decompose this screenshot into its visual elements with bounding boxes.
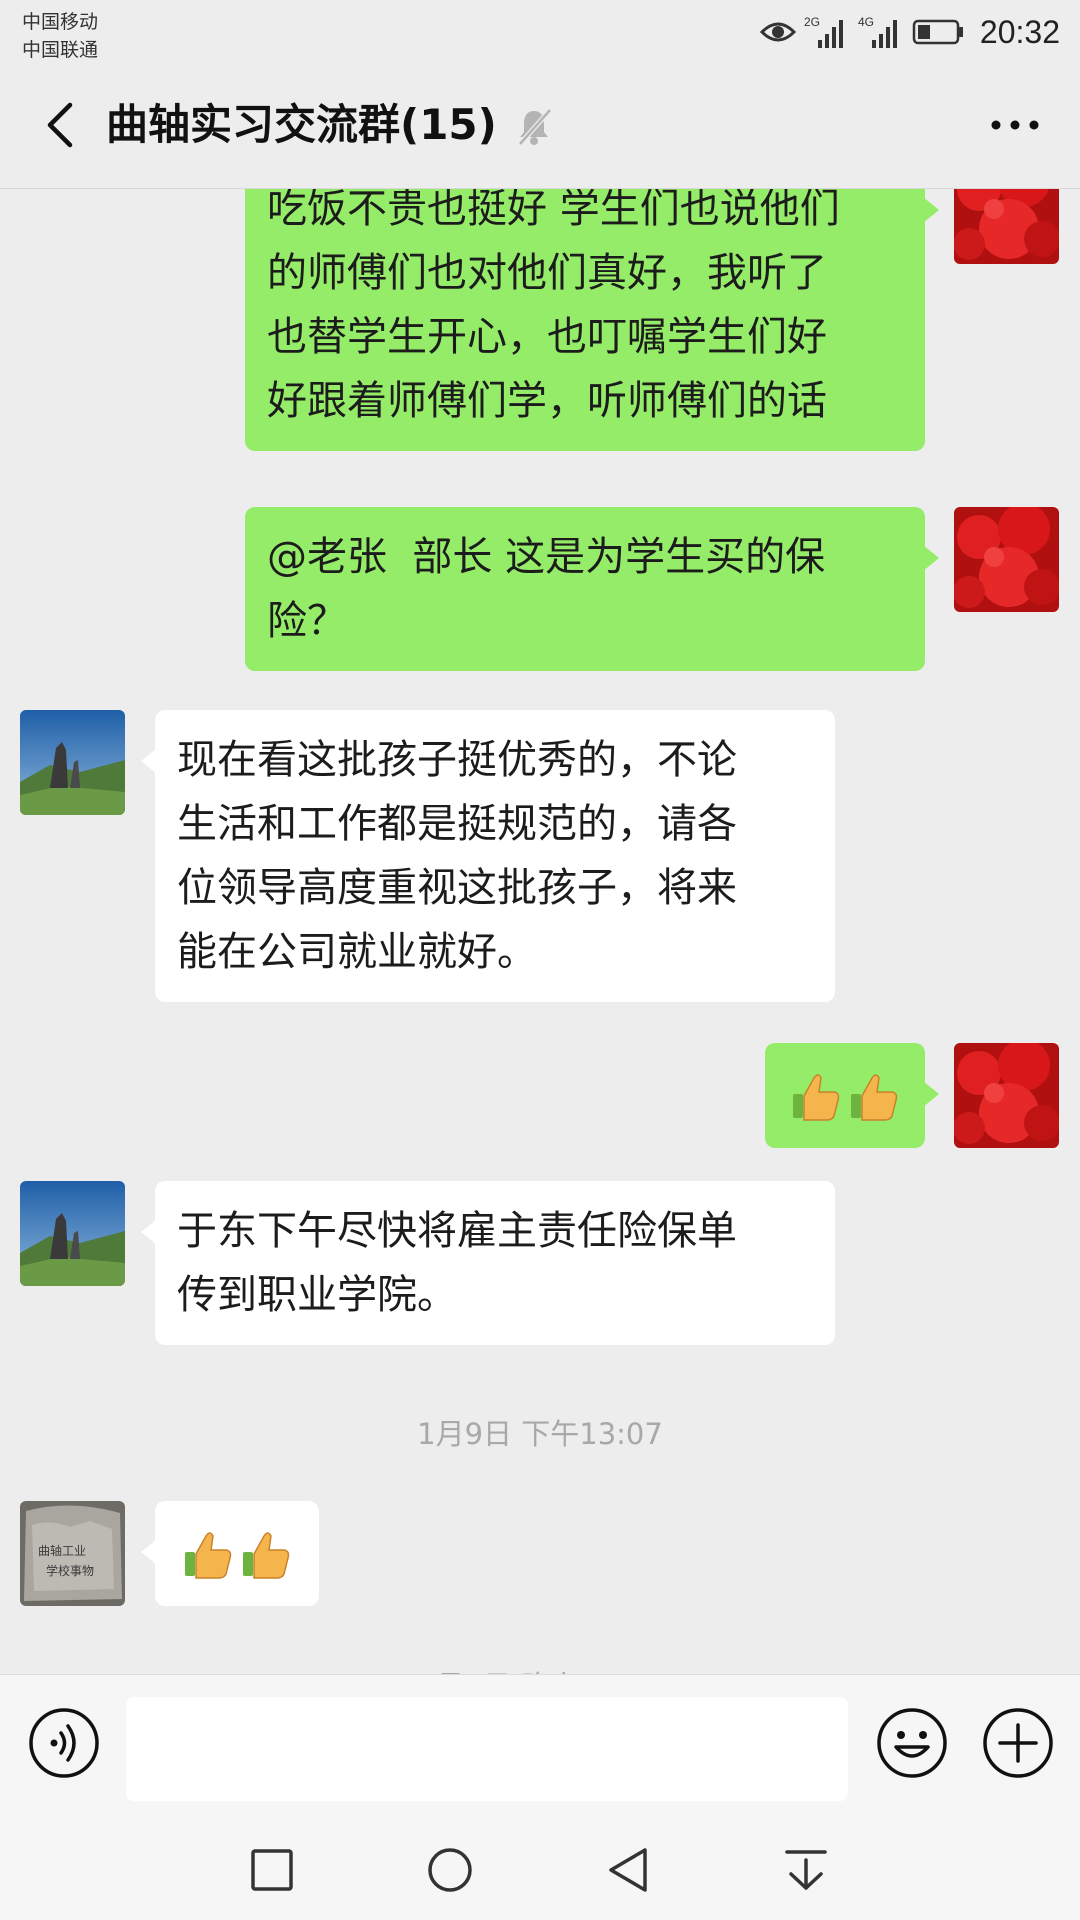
svg-text:2G: 2G xyxy=(804,15,820,29)
message-text: 吃饭不贵也挺好 学生们也说他们 的师傅们也对他们真好，我听了 也替学生开心，也叮… xyxy=(267,189,840,424)
message-text: 于东下午尽快将雇主责任险保单 传到职业学院。 xyxy=(177,1208,737,1318)
stone-tablet-avatar: 曲轴工业 学校事物 xyxy=(20,1501,125,1606)
member-avatar-landscape[interactable] xyxy=(20,1181,125,1286)
signal-2g-icon: 2G xyxy=(804,15,843,48)
message-bubble-sent-emoji[interactable] xyxy=(765,1043,939,1148)
back-arrow-icon xyxy=(47,102,73,148)
self-avatar[interactable] xyxy=(954,507,1059,612)
red-maple-avatar xyxy=(954,189,1059,264)
message-bubble-received[interactable]: 于东下午尽快将雇主责任险保单 传到职业学院。 xyxy=(141,1181,835,1345)
home-button[interactable] xyxy=(420,1840,480,1900)
carrier-2: 中国联通 xyxy=(22,39,99,61)
system-navigation-bar xyxy=(0,1804,1080,1920)
recent-apps-button[interactable] xyxy=(242,1840,302,1900)
message-bubble-received-emoji[interactable] xyxy=(141,1501,319,1606)
battery-icon xyxy=(912,19,963,45)
message-input[interactable] xyxy=(126,1697,848,1801)
chat-header: 曲轴实习交流群(15) xyxy=(0,62,1080,189)
message-timestamp: 1月9日 晚上19:21 xyxy=(0,1663,1080,1674)
self-avatar[interactable] xyxy=(954,189,1059,264)
mountain-landscape-avatar xyxy=(20,1181,125,1286)
svg-text:学校事物: 学校事物 xyxy=(46,1563,94,1578)
red-maple-avatar xyxy=(954,507,1059,612)
svg-text:曲轴工业: 曲轴工业 xyxy=(38,1543,86,1558)
thumbs-up-icon xyxy=(185,1531,232,1579)
message-timestamp: 1月9日 下午13:07 xyxy=(417,1417,663,1451)
back-triangle-icon xyxy=(609,1848,647,1892)
clock: 20:32 xyxy=(979,13,1060,50)
status-icons: 2G 4G 20:32 xyxy=(759,10,1060,54)
svg-text:4G: 4G xyxy=(858,15,874,29)
eye-icon xyxy=(759,22,796,42)
member-avatar-landscape[interactable] xyxy=(20,710,125,815)
more-icon xyxy=(991,120,1039,130)
message-list[interactable]: 吃饭不贵也挺好 学生们也说他们 的师傅们也对他们真好，我听了 也替学生开心，也叮… xyxy=(0,189,1080,1674)
back-button[interactable] xyxy=(30,95,90,155)
member-avatar-stone[interactable]: 曲轴工业 学校事物 xyxy=(20,1501,125,1606)
thumbs-up-emoji-pair xyxy=(790,1070,900,1122)
thumbs-up-icon xyxy=(851,1073,898,1121)
more-functions-button[interactable] xyxy=(982,1707,1054,1783)
plus-icon xyxy=(983,1708,1053,1778)
mute-bell-icon xyxy=(518,108,552,146)
voice-icon xyxy=(29,1708,99,1778)
status-bar: 中国移动 中国联通 2G 4G 20:32 xyxy=(0,0,1080,62)
notification-pulldown-button[interactable] xyxy=(776,1840,836,1900)
red-maple-avatar xyxy=(954,1043,1059,1148)
back-nav-button[interactable] xyxy=(598,1840,658,1900)
signal-4g-icon: 4G xyxy=(858,15,897,48)
message-bubble-received[interactable]: 现在看这批孩子挺优秀的，不论 生活和工作都是挺规范的，请各 位领导高度重视这批孩… xyxy=(141,710,835,1002)
emoji-button[interactable] xyxy=(876,1707,948,1783)
chat-title: 曲轴实习交流群(15) xyxy=(106,100,497,149)
self-avatar[interactable] xyxy=(954,1043,1059,1148)
input-bar xyxy=(0,1674,1080,1805)
thumbs-up-icon xyxy=(793,1073,840,1121)
home-circle-icon xyxy=(428,1848,472,1892)
carrier-1: 中国移动 xyxy=(22,11,99,33)
message-bubble-sent[interactable]: @老张 部长 这是为学生买的保 险？ xyxy=(245,507,939,671)
message-bubble-sent[interactable]: 吃饭不贵也挺好 学生们也说他们 的师傅们也对他们真好，我听了 也替学生开心，也叮… xyxy=(245,189,939,451)
thumbs-up-emoji-pair xyxy=(182,1528,292,1580)
thumbs-up-icon xyxy=(243,1531,290,1579)
more-button[interactable] xyxy=(980,95,1050,155)
voice-button[interactable] xyxy=(28,1707,100,1783)
notification-down-icon xyxy=(785,1850,827,1890)
message-text: @老张 部长 这是为学生买的保 险？ xyxy=(267,534,826,644)
square-icon xyxy=(251,1849,293,1891)
emoji-icon xyxy=(877,1708,947,1778)
mountain-landscape-avatar xyxy=(20,710,125,815)
message-text: 现在看这批孩子挺优秀的，不论 生活和工作都是挺规范的，请各 位领导高度重视这批孩… xyxy=(177,737,737,975)
